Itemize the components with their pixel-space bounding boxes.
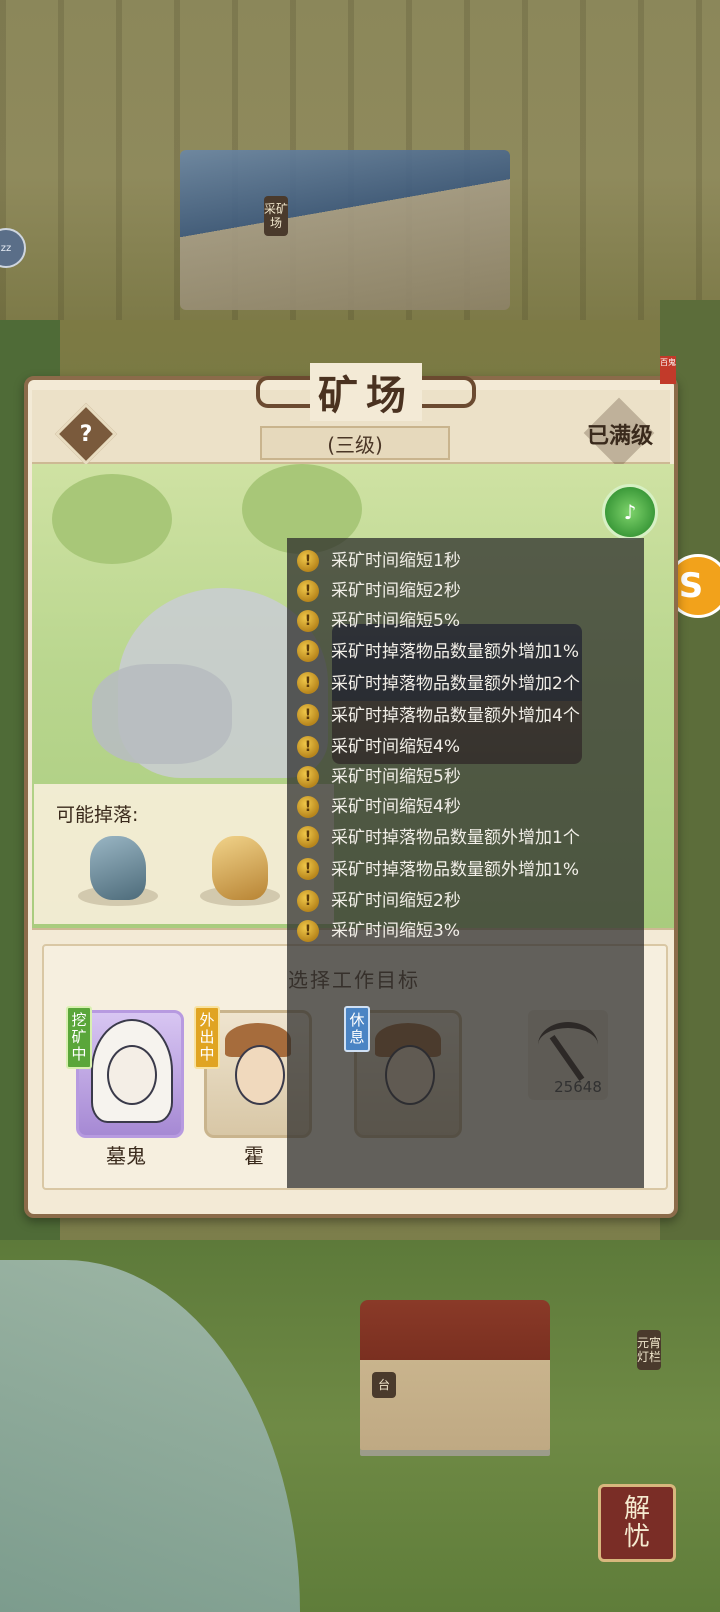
tooltip-item: ! 采矿时间缩短2秒	[287, 576, 644, 606]
bonus-icon: !	[297, 826, 319, 848]
status-tag: 外出中	[194, 1006, 220, 1069]
bonus-icon: !	[297, 672, 319, 694]
avatar	[76, 1010, 184, 1138]
tooltip-item: ! 采矿时间缩短4秒	[287, 792, 644, 822]
tooltip-item: ! 采矿时间缩短3%	[287, 916, 644, 946]
max-level-text: 已满级	[586, 424, 653, 449]
tooltip-item: ! 采矿时间缩短5秒	[287, 762, 644, 792]
question-icon: ?	[79, 421, 93, 447]
tooltip-item: ! 采矿时间缩短2秒	[287, 886, 644, 916]
tooltip-item: ! 采矿时间缩短5%	[287, 606, 644, 636]
bonus-icon: !	[297, 640, 319, 662]
tooltip-item: ! 采矿时掉落物品数量额外增加1%	[287, 636, 644, 668]
tooltip-text: 采矿时间缩短2秒	[331, 891, 461, 911]
tooltip-text: 采矿时间缩短4秒	[331, 797, 461, 817]
bonus-icon: !	[297, 580, 319, 602]
worker-name: 墓鬼	[106, 1144, 146, 1168]
bonus-tooltip: ! 采矿时间缩短1秒 ! 采矿时间缩短2秒 ! 采矿时间缩短5% ! 采矿时掉落物品数量…	[287, 538, 644, 1188]
title-seal: 百鬼	[660, 356, 676, 384]
worker-card[interactable]: 挖矿中 墓鬼	[66, 1006, 186, 1176]
bonus-icon: !	[297, 920, 319, 942]
jieyou-button[interactable]: 解 忧	[598, 1484, 676, 1562]
rock-pile-small	[92, 664, 232, 764]
panel-title: 矿场	[310, 363, 422, 421]
tooltip-item: ! 采矿时掉落物品数量额外增加2个	[287, 668, 644, 700]
gold-ore-icon[interactable]	[212, 836, 268, 900]
title-banner: 矿场 百鬼	[256, 356, 676, 422]
mine-sign[interactable]: 采矿场	[264, 196, 288, 236]
drops-label: 可能掉落:	[56, 804, 139, 826]
tooltip-text: 采矿时间缩短5秒	[331, 767, 461, 787]
status-tag: 挖矿中	[66, 1006, 92, 1069]
tooltip-item: ! 采矿时间缩短4%	[287, 732, 644, 762]
bonus-icon: !	[297, 610, 319, 632]
tree	[52, 474, 172, 564]
tooltip-text: 采矿时掉落物品数量额外增加4个	[331, 706, 580, 726]
tooltip-text: 采矿时间缩短5%	[331, 611, 460, 631]
sound-icon[interactable]: ♪	[602, 484, 658, 540]
tooltip-text: 采矿时间缩短2秒	[331, 581, 461, 601]
tooltip-text: 采矿时掉落物品数量额外增加2个	[331, 674, 580, 694]
tooltip-text: 采矿时掉落物品数量额外增加1%	[331, 860, 579, 880]
blue-ore-icon[interactable]	[90, 836, 146, 900]
level-label: (三级)	[260, 426, 450, 460]
tooltip-item: ! 采矿时掉落物品数量额外增加1个	[287, 822, 644, 854]
status-tag: 休息	[344, 1006, 370, 1052]
tooltip-text: 采矿时掉落物品数量额外增加1个	[331, 828, 580, 848]
tooltip-text: 采矿时间缩短1秒	[331, 551, 461, 571]
bonus-icon: !	[297, 766, 319, 788]
help-button[interactable]: ?	[54, 402, 118, 466]
tooltip-item: ! 采矿时掉落物品数量额外增加1%	[287, 854, 644, 886]
tai-sign[interactable]: 台	[372, 1372, 396, 1398]
face	[107, 1045, 157, 1105]
jieyou-char-1: 解	[623, 1494, 650, 1524]
panel-header: 矿场 百鬼 ? (三级) 已满级	[32, 356, 676, 466]
mine-building[interactable]	[180, 150, 510, 310]
bonus-icon: !	[297, 704, 319, 726]
face	[235, 1045, 285, 1105]
tooltip-text: 采矿时掉落物品数量额外增加1%	[331, 642, 579, 662]
bonus-icon: !	[297, 736, 319, 758]
max-level-badge: 已满级	[578, 406, 662, 462]
jieyou-char-2: 忧	[623, 1522, 650, 1552]
tooltip-item: ! 采矿时间缩短1秒	[287, 546, 644, 576]
bonus-icon: !	[297, 858, 319, 880]
tooltip-text: 采矿时间缩短4%	[331, 737, 460, 757]
bonus-icon: !	[297, 796, 319, 818]
tooltip-item: ! 采矿时掉落物品数量额外增加4个	[287, 700, 644, 732]
bonus-icon: !	[297, 890, 319, 912]
tooltip-text: 采矿时间缩短3%	[331, 921, 460, 941]
lantern-stall-sign[interactable]: 元宵灯栏	[637, 1330, 661, 1370]
bonus-icon: !	[297, 550, 319, 572]
